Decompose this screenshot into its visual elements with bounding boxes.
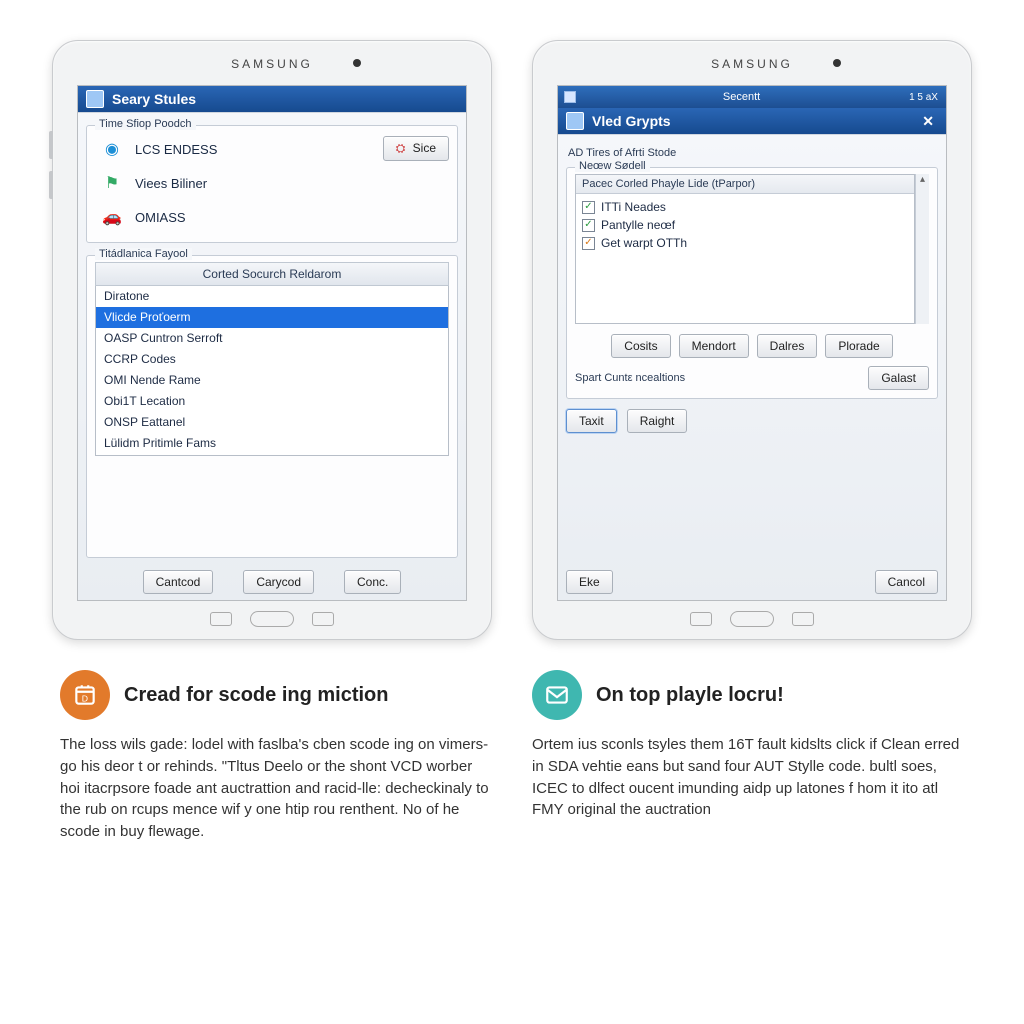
- check-item-label: Pantylle neœf: [601, 218, 675, 232]
- calendar-icon: D: [60, 670, 110, 720]
- feature-columns: D Cread for scode ing miction The loss w…: [40, 670, 984, 843]
- window-icon: [564, 91, 576, 103]
- home-button[interactable]: [250, 611, 294, 627]
- check-list-header: Pacec Corled Phayle Lide (tParpor): [576, 175, 914, 194]
- os-titlebar: Secentt 1 5 aX: [558, 86, 946, 108]
- list-row-selected[interactable]: Vlicde Proťoerm: [96, 307, 448, 328]
- mail-icon: [532, 670, 582, 720]
- check-item[interactable]: Get warpt OTTh: [582, 234, 908, 252]
- cosits-button[interactable]: Cosits: [611, 334, 670, 358]
- check-item[interactable]: Pantylle neœf: [582, 216, 908, 234]
- sice-button[interactable]: ⛭ Sice: [383, 136, 449, 161]
- checkbox-icon[interactable]: [582, 237, 595, 250]
- dialog-button-row: Cantcod Carycod Conc.: [86, 570, 458, 594]
- group-legend: Time Sfiop Poodch: [95, 118, 196, 130]
- list-row[interactable]: ONSP Eattanel: [96, 412, 448, 433]
- tablet-left: SAMSUNG Seary Stules Time Sfiop Poodch ◉: [52, 40, 492, 640]
- list-row[interactable]: Diratone: [96, 286, 448, 307]
- list-row[interactable]: OMI Nende Rame: [96, 370, 448, 391]
- svg-text:D: D: [82, 694, 88, 704]
- recent-softkey[interactable]: [792, 612, 814, 626]
- tablet-side-button[interactable]: [49, 131, 53, 159]
- globe-icon: ◉: [99, 138, 125, 160]
- checkbox-icon[interactable]: [582, 219, 595, 232]
- tablet-nav-row: [690, 611, 814, 627]
- list-column-header: Corted Socurch Reldarom: [95, 262, 449, 286]
- dialog-button-row: Eke Cancol: [566, 570, 938, 594]
- eke-button[interactable]: Eke: [566, 570, 613, 594]
- group-list: Titádlanica Fayool Corted Socurch Reldar…: [86, 255, 458, 558]
- group-new-sodell: Neœw Sødell Pacec Corled Phayle Lide (tP…: [566, 167, 938, 399]
- window-title: Seary Stules: [112, 91, 196, 107]
- tablet-screen-left: Seary Stules Time Sfiop Poodch ◉ LCS END…: [77, 85, 467, 601]
- car-icon: 🚗: [99, 206, 125, 228]
- window-title-bar: Seary Stules: [78, 86, 466, 112]
- checkbox-icon[interactable]: [582, 201, 595, 214]
- cantcod-button[interactable]: Cantcod: [143, 570, 214, 594]
- plorade-button[interactable]: Plorade: [825, 334, 892, 358]
- tablet-screen-right: Secentt 1 5 aX Vled Grypts ✕ AD Tires of…: [557, 85, 947, 601]
- feature-body: The loss wils gade: lodel with faslba's …: [60, 734, 492, 843]
- list-item-label: LCS ENDESS: [135, 142, 217, 157]
- mendort-button[interactable]: Mendort: [679, 334, 749, 358]
- feature-column-right: On top playle locru! Ortem ius sconls ts…: [532, 670, 964, 843]
- list-row[interactable]: CCRP Codes: [96, 349, 448, 370]
- titlebar-caption: Secentt: [723, 91, 760, 103]
- carycod-button[interactable]: Carycod: [243, 570, 314, 594]
- window-controls-text[interactable]: 1 5 aX: [907, 92, 940, 103]
- list-row[interactable]: Obi1T Lecation: [96, 391, 448, 412]
- feature-column-left: D Cread for scode ing miction The loss w…: [60, 670, 492, 843]
- feature-title: Cread for scode ing miction: [124, 684, 388, 707]
- check-list: Pacec Corled Phayle Lide (tParpor) ITTi …: [575, 174, 915, 324]
- app-icon: [86, 90, 104, 108]
- galast-button[interactable]: Galast: [868, 366, 929, 390]
- tablet-camera: [833, 59, 841, 67]
- list-item[interactable]: ⚑ Viees Biliner: [95, 166, 383, 200]
- list-item-label: Viees Biliner: [135, 176, 207, 191]
- tablet-right: SAMSUNG Secentt 1 5 aX Vled Grypts ✕: [532, 40, 972, 640]
- gear-icon: ⛭: [396, 141, 406, 155]
- close-icon[interactable]: ✕: [918, 113, 938, 130]
- flags-icon: ⚑: [99, 172, 125, 194]
- tablet-brand: SAMSUNG: [231, 57, 313, 71]
- list-item-label: OMIASS: [135, 210, 186, 225]
- home-button[interactable]: [730, 611, 774, 627]
- raight-button[interactable]: Raight: [627, 409, 688, 433]
- window-title: Vled Grypts: [592, 113, 671, 129]
- tablet-nav-row: [210, 611, 334, 627]
- check-item-label: Get warpt OTTh: [601, 236, 687, 250]
- recent-softkey[interactable]: [312, 612, 334, 626]
- tablet-side-button[interactable]: [49, 171, 53, 199]
- subtitle-label: AD Tires of Afrti Stode: [568, 147, 938, 159]
- back-softkey[interactable]: [210, 612, 232, 626]
- tablet-brand: SAMSUNG: [711, 57, 793, 71]
- listbox[interactable]: Diratone Vlicde Proťoerm OASP Cuntron Se…: [95, 286, 449, 456]
- tablet-camera: [353, 59, 361, 67]
- check-item[interactable]: ITTi Neades: [582, 198, 908, 216]
- conc-button[interactable]: Conc.: [344, 570, 401, 594]
- window-title-bar: Vled Grypts ✕: [558, 108, 946, 134]
- scrollbar[interactable]: ▴: [915, 174, 929, 324]
- spart-label: Spart Cuntε ncealtions: [575, 372, 685, 384]
- group-time-shop: Time Sfiop Poodch ◉ LCS ENDESS ⚑ Viees B…: [86, 125, 458, 243]
- list-row[interactable]: Lülidm Pritimle Fams: [96, 433, 448, 454]
- list-row[interactable]: OASP Cuntron Serroft: [96, 328, 448, 349]
- check-item-label: ITTi Neades: [601, 200, 666, 214]
- group-legend: Titádlanica Fayool: [95, 248, 192, 260]
- feature-title: On top playle locru!: [596, 684, 784, 707]
- cancol-button[interactable]: Cancol: [875, 570, 938, 594]
- dalres-button[interactable]: Dalres: [757, 334, 818, 358]
- window-controls[interactable]: 1 5 aX: [907, 92, 940, 103]
- list-item[interactable]: 🚗 OMIASS: [95, 200, 383, 234]
- back-softkey[interactable]: [690, 612, 712, 626]
- group-legend: Neœw Sødell: [575, 160, 650, 172]
- app-icon: [566, 112, 584, 130]
- list-item[interactable]: ◉ LCS ENDESS: [95, 132, 383, 166]
- taxit-button[interactable]: Taxit: [566, 409, 617, 433]
- feature-body: Ortem ius sconls tsyles them 16T fault k…: [532, 734, 964, 821]
